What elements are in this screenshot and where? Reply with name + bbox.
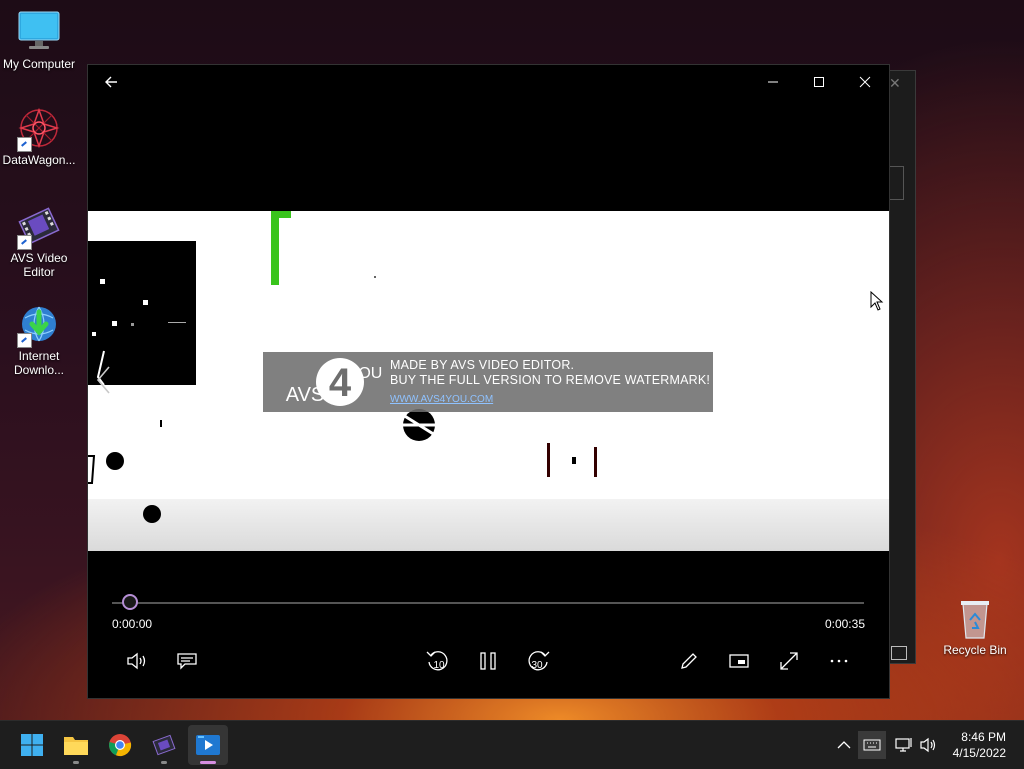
desktop-icon-label: DataWagon... <box>2 153 76 167</box>
pause-button[interactable] <box>470 647 506 675</box>
more-icon <box>830 659 848 663</box>
network-button[interactable] <box>892 731 916 759</box>
fullscreen-button[interactable] <box>771 647 807 675</box>
taskbar-avs-editor[interactable] <box>144 725 184 765</box>
player-controls: 0:00:00 0:00:35 10 30 <box>88 551 889 698</box>
taskbar: 8:46 PM 4/15/2022 <box>0 720 1024 769</box>
video-frame[interactable]: 4 AVS YOU MADE BY AVS VIDEO EDITOR. BUY … <box>88 211 889 551</box>
close-button[interactable] <box>842 65 888 99</box>
recycle-bin-icon <box>953 596 997 640</box>
edit-button[interactable] <box>671 647 707 675</box>
volume-button[interactable] <box>119 647 155 675</box>
volume-icon <box>127 652 146 670</box>
clock-time: 8:46 PM <box>961 730 1006 744</box>
shortcut-arrow-icon <box>17 235 32 250</box>
clock[interactable]: 8:46 PM 4/15/2022 <box>953 729 1006 761</box>
start-icon <box>21 734 43 756</box>
start-button[interactable] <box>12 725 52 765</box>
monitor-icon <box>17 10 61 54</box>
taskbar-chrome[interactable] <box>100 725 140 765</box>
previous-button[interactable] <box>92 363 116 397</box>
minimize-icon <box>768 81 778 83</box>
volume-tray-button[interactable] <box>916 731 940 759</box>
shortcut-arrow-icon <box>17 333 32 348</box>
clock-date: 4/15/2022 <box>952 746 1006 760</box>
avs-editor-icon <box>152 734 176 756</box>
watermark-line2: BUY THE FULL VERSION TO REMOVE WATERMARK… <box>390 373 711 387</box>
total-time: 0:00:35 <box>824 617 865 631</box>
subtitles-icon <box>177 653 197 670</box>
mini-player-button[interactable] <box>721 647 757 675</box>
svg-text:10: 10 <box>433 660 445 671</box>
datawagon-icon <box>17 106 61 152</box>
chrome-icon <box>109 734 132 757</box>
svg-text:30: 30 <box>531 660 543 671</box>
background-window[interactable]: ✕ <box>886 70 916 664</box>
active-indicator <box>200 761 216 764</box>
media-player-icon <box>196 735 220 755</box>
watermark-text: MADE BY AVS VIDEO EDITOR. BUY THE FULL V… <box>390 358 710 388</box>
window-icon[interactable] <box>891 646 907 660</box>
maximize-button[interactable] <box>796 65 842 99</box>
taskbar-media-player[interactable] <box>188 725 228 765</box>
watermark-url: WWW.AVS4YOU.COM <box>390 394 494 405</box>
title-bar <box>88 65 889 99</box>
chevron-left-icon <box>96 366 110 394</box>
media-player-window[interactable]: 4 AVS YOU MADE BY AVS VIDEO EDITOR. BUY … <box>87 64 890 699</box>
minimize-button[interactable] <box>750 65 796 99</box>
film-strip-icon <box>17 204 61 250</box>
avs4you-logo: 4 AVS YOU <box>286 358 383 406</box>
skip-back-10-icon: 10 <box>426 651 448 671</box>
speaker-icon <box>920 737 936 753</box>
close-icon <box>859 76 871 88</box>
network-icon <box>895 738 912 752</box>
show-hidden-icons-button[interactable] <box>834 731 854 759</box>
running-indicator <box>73 761 79 764</box>
skip-forward-button[interactable]: 30 <box>520 647 556 675</box>
more-options-button[interactable] <box>821 647 857 675</box>
desktop-icon-datawagon[interactable]: DataWagon... <box>0 106 78 167</box>
desktop-icon-label: My Computer <box>2 57 76 71</box>
maximize-icon <box>814 77 824 87</box>
back-arrow-icon <box>105 76 117 88</box>
desktop-icon-label: Recycle Bin <box>943 643 1007 657</box>
desktop-icon-label: Internet Downlo... <box>13 349 65 377</box>
taskbar-file-explorer[interactable] <box>56 725 96 765</box>
pause-icon <box>480 652 496 670</box>
skip-back-button[interactable]: 10 <box>420 647 456 675</box>
desktop-icon-internet-download-manager[interactable]: Internet Downlo... <box>0 302 78 377</box>
chevron-up-icon <box>837 741 851 749</box>
fullscreen-icon <box>780 652 798 670</box>
back-button[interactable] <box>88 65 134 99</box>
watermark-line1: MADE BY AVS VIDEO EDITOR. <box>390 358 575 372</box>
desktop-icon-my-computer[interactable]: My Computer <box>0 10 78 71</box>
keyboard-icon <box>863 739 881 751</box>
svg-text:YOU: YOU <box>348 365 383 382</box>
running-indicator <box>161 761 167 764</box>
mouse-cursor-icon <box>870 291 884 311</box>
file-explorer-icon <box>64 737 88 755</box>
desktop-icon-recycle-bin[interactable]: Recycle Bin <box>936 596 1014 657</box>
desktop-icon-label: AVS Video Editor <box>10 251 68 279</box>
seek-bar[interactable] <box>112 602 864 604</box>
skip-forward-30-icon: 30 <box>528 651 550 671</box>
close-icon[interactable]: ✕ <box>889 75 901 92</box>
touch-keyboard-button[interactable] <box>858 731 886 759</box>
globe-download-icon <box>17 302 61 348</box>
shortcut-arrow-icon <box>17 137 32 152</box>
svg-text:AVS: AVS <box>286 384 325 406</box>
seek-thumb[interactable] <box>122 594 138 610</box>
subtitles-button[interactable] <box>169 647 205 675</box>
current-time: 0:00:00 <box>112 617 153 631</box>
mini-player-icon <box>729 654 749 668</box>
desktop-icon-avs-video-editor[interactable]: AVS Video Editor <box>0 204 78 279</box>
pencil-icon <box>681 653 697 669</box>
watermark-banner: 4 AVS YOU MADE BY AVS VIDEO EDITOR. BUY … <box>263 352 713 412</box>
